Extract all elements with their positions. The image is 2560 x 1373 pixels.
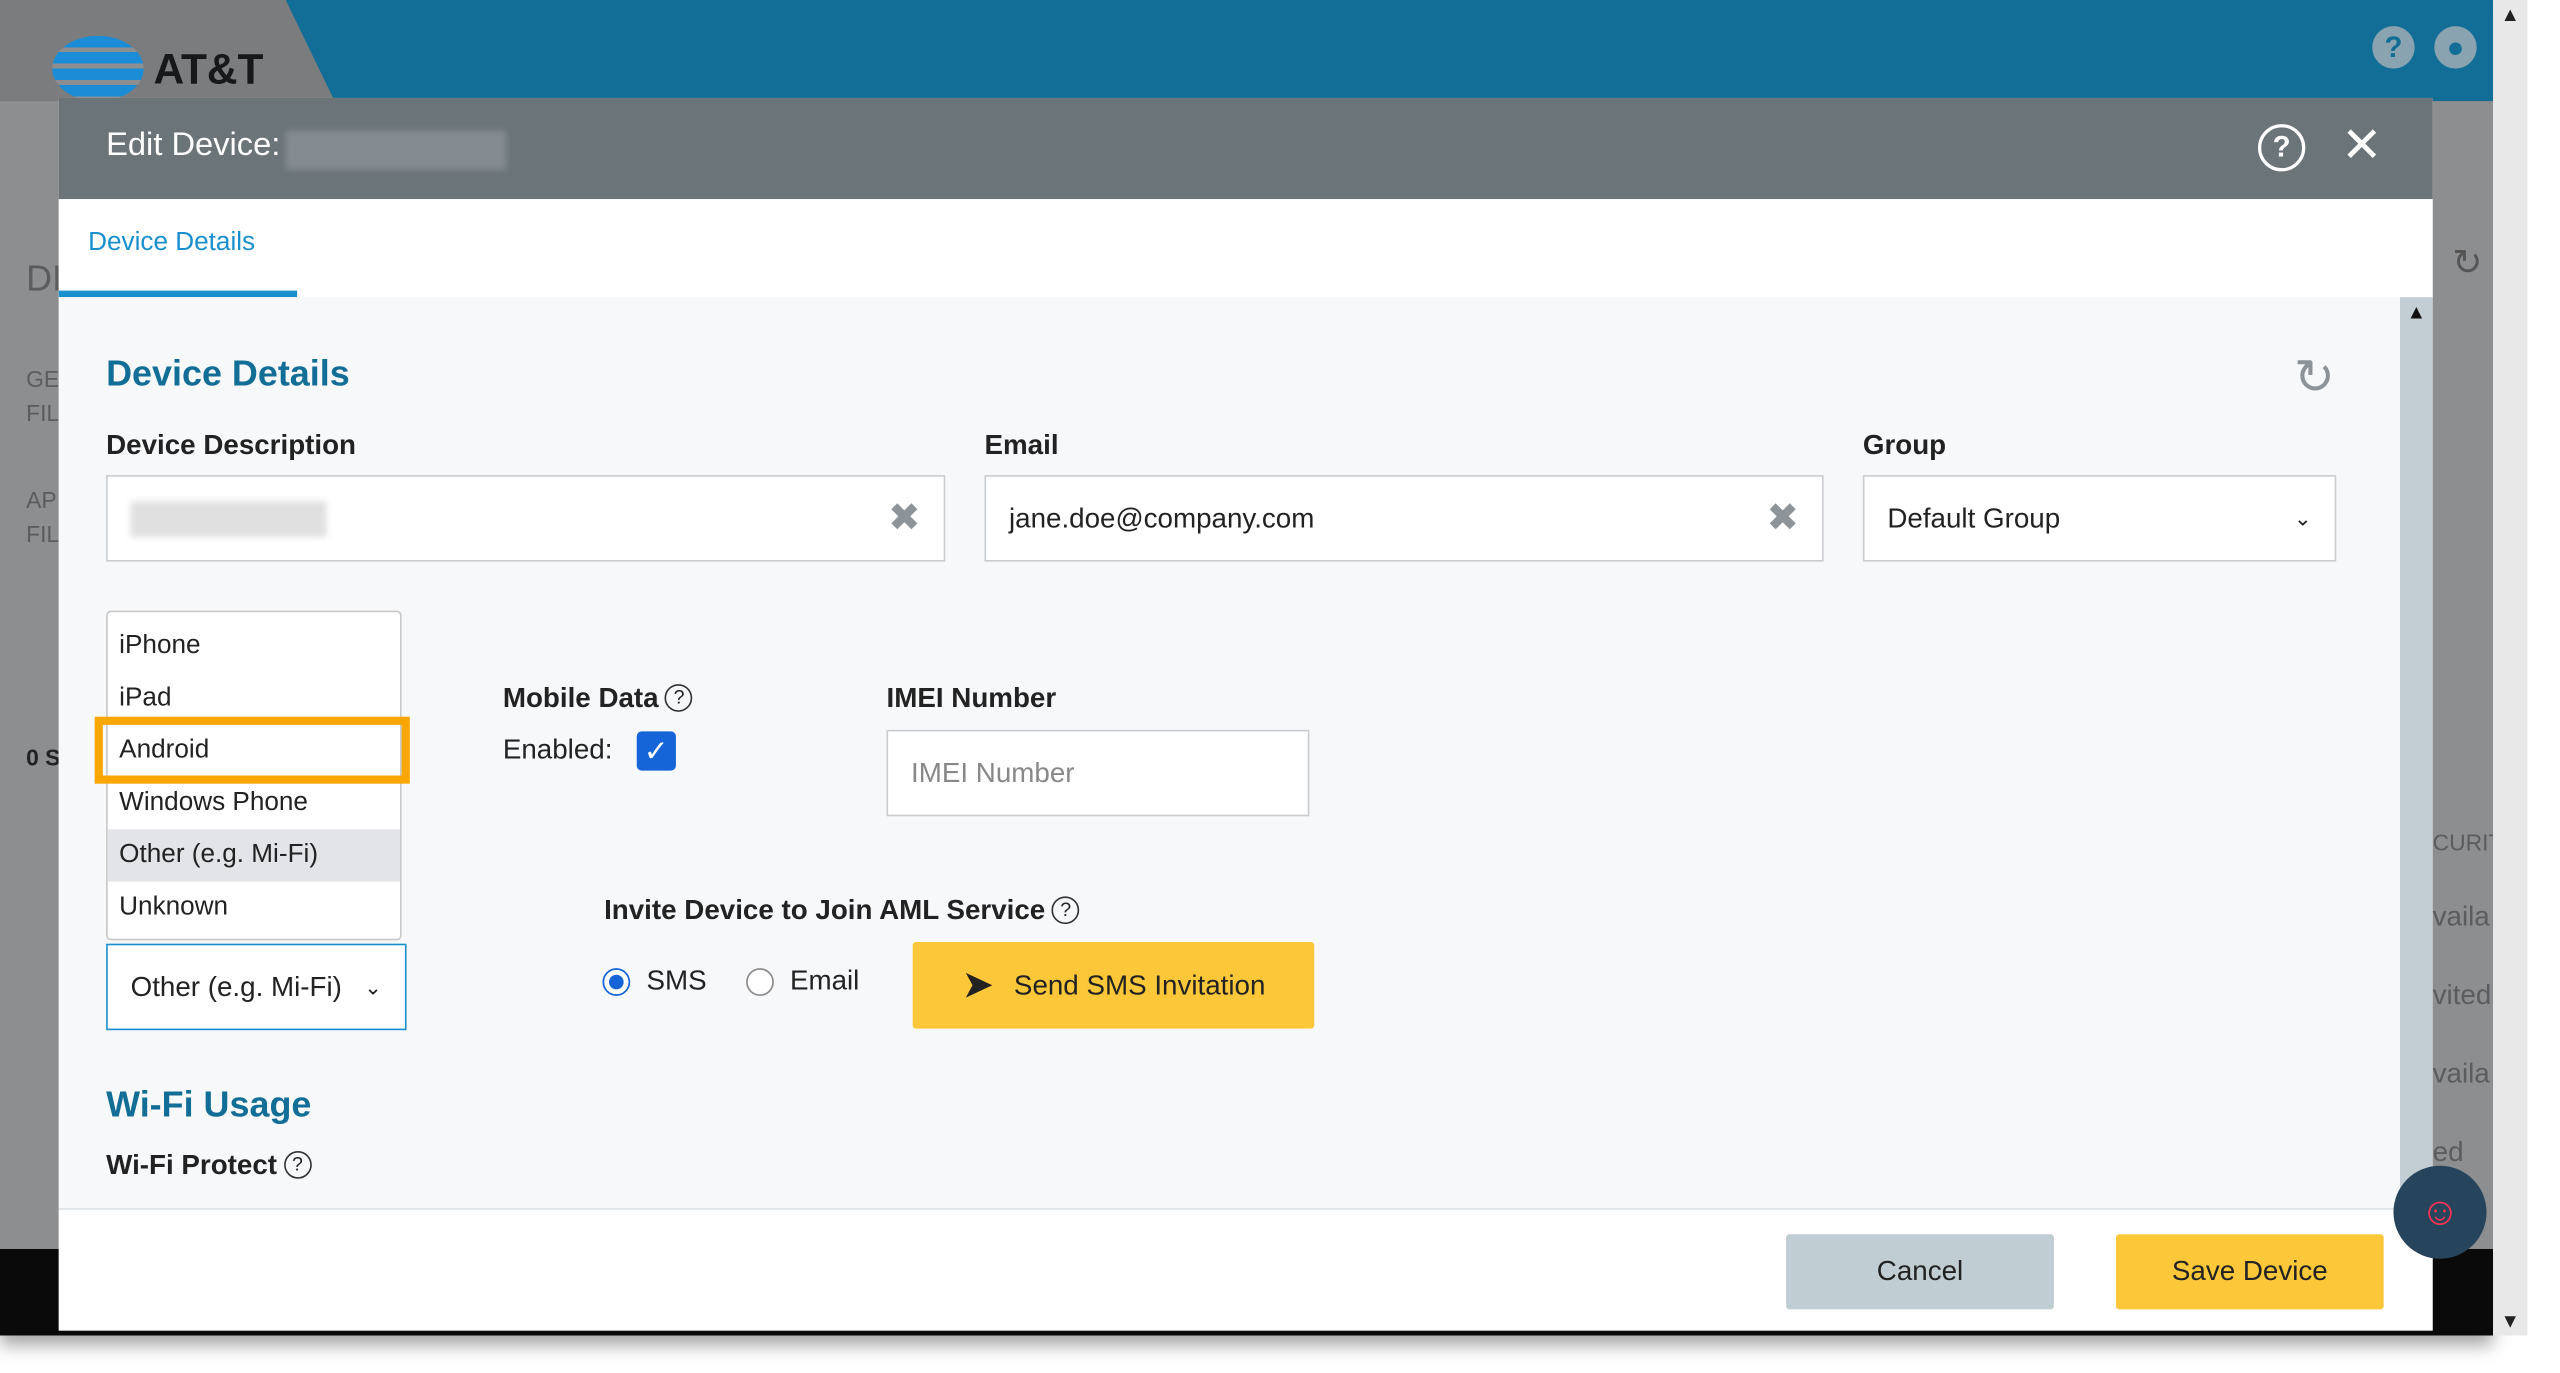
page-scrollbar[interactable]: ▲ ▼ bbox=[2493, 0, 2528, 1336]
sms-radio[interactable] bbox=[602, 967, 631, 996]
bg-text: DI bbox=[26, 257, 63, 299]
chat-assistant-avatar[interactable]: ☺ bbox=[2393, 1165, 2487, 1259]
modal-header: Edit Device: ? ✕ bbox=[58, 97, 2433, 200]
sms-label: SMS bbox=[646, 964, 707, 996]
clear-icon[interactable]: ✖ bbox=[888, 495, 921, 542]
bg-text: AP bbox=[26, 486, 57, 513]
help-icon[interactable]: ? bbox=[665, 684, 693, 712]
content-scrollbar[interactable]: ▲ bbox=[2399, 297, 2433, 1209]
help-icon[interactable]: ? bbox=[2372, 26, 2415, 69]
option-other[interactable]: Other (e.g. Mi-Fi) bbox=[107, 829, 400, 882]
group-label: Group bbox=[1862, 429, 1947, 461]
modal-content: Device Details ↻ Device Description ✖ Em… bbox=[58, 297, 2400, 1209]
scroll-down-icon[interactable]: ▼ bbox=[2493, 1309, 2527, 1332]
imei-label: IMEI Number bbox=[886, 682, 1057, 714]
bg-refresh-icon: ↻ bbox=[2452, 241, 2483, 283]
help-icon[interactable]: ? bbox=[2257, 124, 2306, 172]
device-description-input[interactable]: ✖ bbox=[106, 475, 946, 562]
wifi-protect-label: Wi-Fi Protect? bbox=[106, 1149, 312, 1182]
enabled-label: Enabled: bbox=[502, 733, 613, 765]
bg-text: CURIT bbox=[2432, 829, 2493, 856]
edit-device-modal: Edit Device: ? ✕ Device Details Device D… bbox=[58, 97, 2433, 1331]
send-sms-invitation-button[interactable]: ➤ Send SMS Invitation bbox=[912, 942, 1315, 1029]
group-select[interactable]: Default Group ⌄ bbox=[1862, 475, 2337, 562]
imei-placeholder: IMEI Number bbox=[911, 756, 1075, 788]
scroll-up-icon[interactable]: ▲ bbox=[2400, 300, 2433, 323]
email-value: jane.doe@company.com bbox=[1008, 502, 1315, 534]
device-type-select[interactable]: Other (e.g. Mi-Fi) ⌄ bbox=[106, 943, 407, 1031]
assistant-icon: ☺ bbox=[2419, 1189, 2460, 1234]
wifi-usage-title: Wi-Fi Usage bbox=[106, 1084, 312, 1125]
app-header bbox=[285, 0, 2494, 102]
help-icon[interactable]: ? bbox=[283, 1151, 312, 1179]
bg-text: FIL bbox=[26, 399, 60, 427]
brand-name: AT&T bbox=[153, 43, 264, 93]
modal-title: Edit Device: bbox=[106, 127, 281, 164]
tab-device-details[interactable]: Device Details bbox=[58, 199, 298, 298]
option-windows-phone[interactable]: Windows Phone bbox=[108, 777, 400, 829]
email-input[interactable]: jane.doe@company.com ✖ bbox=[984, 475, 1824, 562]
cancel-button[interactable]: Cancel bbox=[1786, 1234, 2054, 1310]
imei-input[interactable]: IMEI Number bbox=[886, 729, 1310, 817]
bg-text: 0 S bbox=[26, 744, 61, 771]
send-icon: ➤ bbox=[961, 963, 995, 1008]
bg-text: vaila bbox=[2432, 1057, 2490, 1089]
device-type-value: Other (e.g. Mi-Fi) bbox=[130, 970, 342, 1002]
att-logo: AT&T bbox=[52, 35, 264, 102]
mobile-data-label: Mobile Data? bbox=[503, 682, 693, 715]
chevron-down-icon: ⌄ bbox=[2294, 505, 2312, 530]
bg-text: FIL bbox=[26, 520, 60, 547]
mobile-data-text: Mobile Data bbox=[502, 682, 659, 714]
scroll-up-icon[interactable]: ▲ bbox=[2493, 3, 2527, 26]
bg-text: ed bbox=[2432, 1136, 2464, 1168]
modal-footer: Cancel Save Device bbox=[58, 1208, 2433, 1331]
bg-text: vaila bbox=[2432, 901, 2490, 933]
clear-icon[interactable]: ✖ bbox=[1766, 495, 1799, 542]
enabled-checkbox[interactable]: ✓ bbox=[636, 731, 676, 771]
wifi-protect-text: Wi-Fi Protect bbox=[106, 1149, 278, 1181]
save-device-button[interactable]: Save Device bbox=[2115, 1234, 2384, 1310]
chevron-down-icon: ⌄ bbox=[364, 973, 383, 999]
section-title: Device Details bbox=[106, 352, 350, 394]
email-radio-label: Email bbox=[789, 964, 860, 996]
globe-icon bbox=[52, 35, 144, 102]
email-radio[interactable] bbox=[745, 967, 774, 996]
tab-bar: Device Details bbox=[58, 199, 2433, 298]
email-label: Email bbox=[984, 429, 1059, 461]
bg-text: vited bbox=[2432, 979, 2492, 1011]
option-iphone[interactable]: iPhone bbox=[108, 620, 400, 672]
invite-label: Invite Device to Join AML Service? bbox=[604, 894, 1080, 928]
device-description-label: Device Description bbox=[106, 429, 357, 461]
send-button-label: Send SMS Invitation bbox=[1013, 968, 1266, 1000]
redacted-description bbox=[130, 500, 327, 537]
help-icon[interactable]: ? bbox=[1051, 896, 1080, 925]
option-unknown[interactable]: Unknown bbox=[108, 882, 400, 934]
highlight-box bbox=[94, 716, 410, 784]
redacted-device-name bbox=[285, 130, 507, 170]
mobile-data-enabled: Enabled: ✓ bbox=[502, 731, 676, 771]
refresh-icon[interactable]: ↻ bbox=[2294, 349, 2335, 406]
invite-method-radio-group: SMS Email bbox=[602, 965, 859, 998]
user-account-icon[interactable]: ● bbox=[2434, 26, 2477, 69]
bg-text: GE bbox=[26, 365, 60, 392]
group-value: Default Group bbox=[1887, 502, 2061, 534]
close-icon[interactable]: ✕ bbox=[2341, 118, 2382, 175]
invite-text: Invite Device to Join AML Service bbox=[604, 894, 1046, 926]
